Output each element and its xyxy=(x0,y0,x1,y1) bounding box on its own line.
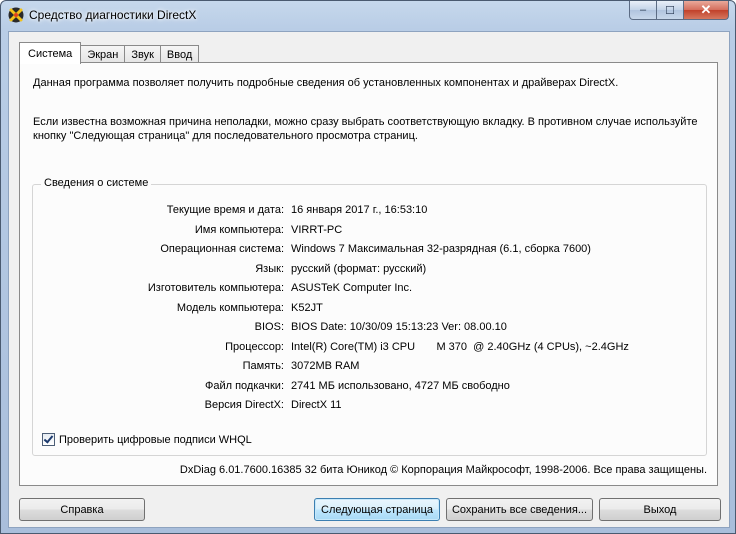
title-bar[interactable]: Средство диагностики DirectX ‒ ☐ ✕ xyxy=(1,1,735,31)
system-tab-pane: Данная программа позволяет получить подр… xyxy=(19,62,718,486)
info-label: Операционная система: xyxy=(160,243,284,255)
info-label: Процессор: xyxy=(225,340,284,353)
info-value: BIOS Date: 10/30/09 15:13:23 Ver: 08.00.… xyxy=(291,321,507,333)
info-value: ASUSTeK Computer Inc. xyxy=(291,282,413,294)
dxdiag-window: Средство диагностики DirectX ‒ ☐ ✕ Систе… xyxy=(0,0,736,534)
system-info-rows: Текущие время и дата: 16 января 2017 г.,… xyxy=(33,202,706,417)
info-row-language: Язык: русский (формат: русский) xyxy=(33,261,706,281)
info-row-os: Операционная система: Windows 7 Максимал… xyxy=(33,241,706,261)
info-value: DirectX 11 xyxy=(291,399,342,411)
info-label: Память: xyxy=(242,360,284,372)
info-row-processor: Процессор: Intel(R) Core(TM) i3 CPU M 37… xyxy=(33,339,706,359)
whql-checkbox-row[interactable]: Проверить цифровые подписи WHQL xyxy=(42,433,252,446)
info-value: 3072MB RAM xyxy=(291,360,360,372)
info-label: Текущие время и дата: xyxy=(166,204,284,216)
info-row-manufacturer: Изготовитель компьютера: ASUSTeK Compute… xyxy=(33,280,706,300)
whql-checkbox-label[interactable]: Проверить цифровые подписи WHQL xyxy=(59,434,252,446)
tab-system[interactable]: Система xyxy=(19,42,82,64)
info-label: Язык: xyxy=(255,262,284,275)
version-copyright-text: DxDiag 6.01.7600.16385 32 бита Юникод © … xyxy=(179,464,707,476)
info-label: Имя компьютера: xyxy=(194,223,284,236)
info-value: VIRRT-PC xyxy=(291,223,343,236)
intro-text: Данная программа позволяет получить подр… xyxy=(33,77,619,89)
close-icon: ✕ xyxy=(700,2,712,17)
caption-buttons: ‒ ☐ ✕ xyxy=(629,1,729,20)
info-row-pagefile: Файл подкачки: 2741 МБ использовано, 472… xyxy=(33,378,706,398)
info-label: Модель компьютера: xyxy=(176,301,284,314)
info-label: Версия DirectX: xyxy=(204,399,284,411)
info-row-datetime: Текущие время и дата: 16 января 2017 г.,… xyxy=(33,202,706,222)
info-value: K52JT xyxy=(291,301,323,314)
exit-button[interactable]: Выход xyxy=(599,498,721,521)
directx-app-icon xyxy=(8,7,24,23)
info-label: Изготовитель компьютера: xyxy=(147,282,284,294)
info-row-computer-name: Имя компьютера: VIRRT-PC xyxy=(33,222,706,242)
whql-checkbox[interactable] xyxy=(42,433,55,446)
minimize-icon: ‒ xyxy=(639,4,647,16)
next-page-button[interactable]: Следующая страница xyxy=(314,498,440,521)
info-row-memory: Память: 3072MB RAM xyxy=(33,358,706,378)
intro-hint-text: Если известна возможная причина неполадк… xyxy=(33,116,698,142)
info-row-directx: Версия DirectX: DirectX 11 xyxy=(33,397,706,417)
info-value: Intel(R) Core(TM) i3 CPU M 370 @ 2.40GHz… xyxy=(291,340,629,353)
window-title: Средство диагностики DirectX xyxy=(29,8,197,22)
client-area: Система Экран Звук Ввод Данная программа… xyxy=(8,31,730,528)
maximize-icon: ☐ xyxy=(665,4,675,17)
info-value: Windows 7 Максимальная 32-разрядная (6.1… xyxy=(291,243,591,255)
info-label: Файл подкачки: xyxy=(204,379,284,392)
info-row-model: Модель компьютера: K52JT xyxy=(33,300,706,320)
close-button[interactable]: ✕ xyxy=(684,1,729,20)
minimize-button[interactable]: ‒ xyxy=(629,1,657,20)
maximize-button[interactable]: ☐ xyxy=(657,1,684,20)
tab-strip: Система Экран Звук Ввод xyxy=(19,42,200,64)
help-button[interactable]: Справка xyxy=(19,498,145,521)
system-info-group: Сведения о системе Текущие время и дата:… xyxy=(32,177,707,456)
info-value: 2741 МБ использовано, 4727 МБ свободно xyxy=(291,379,510,392)
save-all-info-button[interactable]: Сохранить все сведения... xyxy=(446,498,593,521)
info-value: русский (формат: русский) xyxy=(291,262,427,275)
system-info-group-title: Сведения о системе xyxy=(41,177,152,189)
info-value: 16 января 2017 г., 16:53:10 xyxy=(291,204,428,216)
info-label: BIOS: xyxy=(254,321,284,333)
info-row-bios: BIOS: BIOS Date: 10/30/09 15:13:23 Ver: … xyxy=(33,319,706,339)
